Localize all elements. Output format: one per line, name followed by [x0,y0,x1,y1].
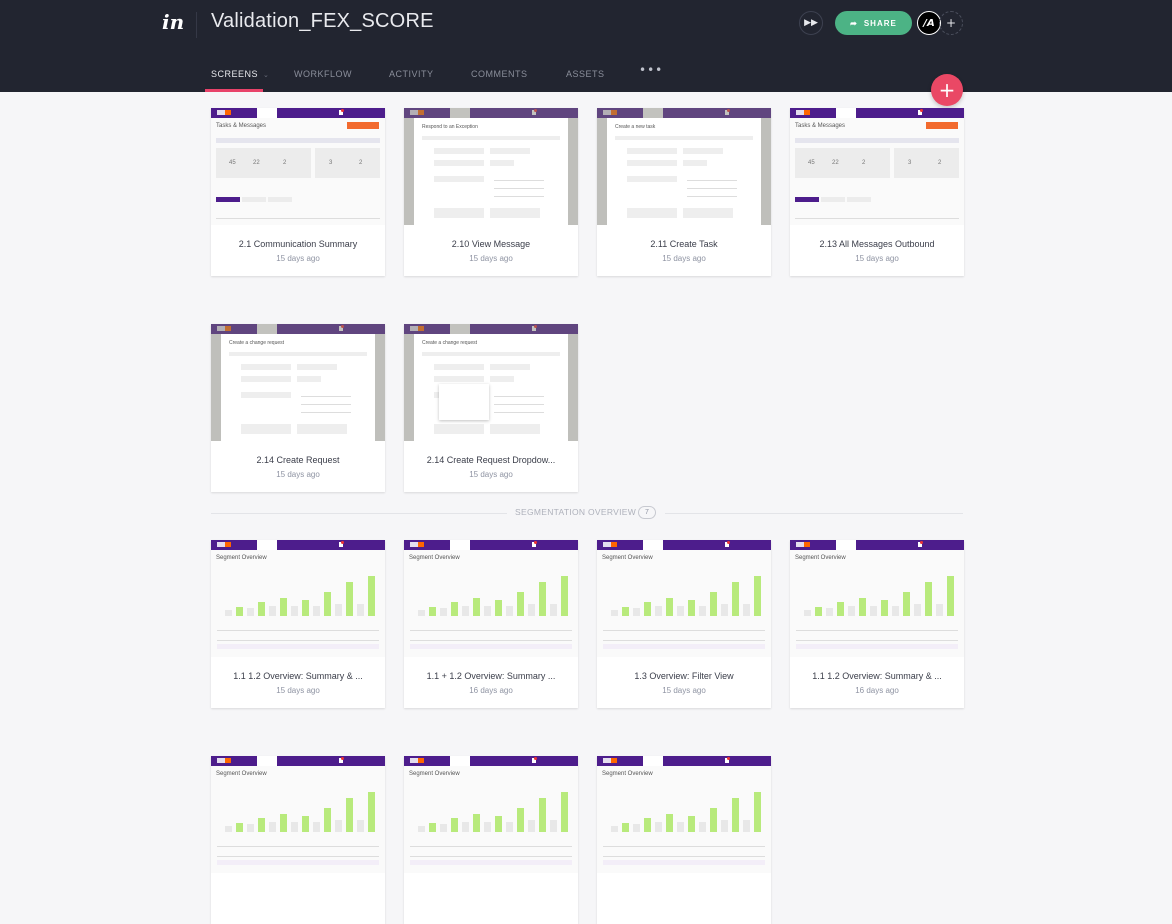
section-label[interactable]: SEGMENTATION OVERVIEW [515,507,636,517]
share-arrow-icon: ➦ [850,18,858,28]
tab-comments[interactable]: COMMENTS [471,69,528,79]
thumb-app-bar [790,108,964,118]
screen-date: 15 days ago [276,686,320,695]
thumb-modal: Respond to an Exception [414,118,568,225]
thumb-heading: Segment Overview [795,555,846,561]
screen-card[interactable]: Tasks & Messages 45 22 2 3 2 2.1 Communication… [211,108,385,276]
screen-thumbnail[interactable]: Tasks & Messages 45 22 2 3 2 [790,108,964,225]
thumb-heading: Segment Overview [216,555,267,561]
screen-thumbnail[interactable]: Create a new task [597,108,771,225]
invision-logo[interactable]: in [162,10,184,34]
screen-card[interactable]: Respond to an Exception 2.10 View Message… [404,108,578,276]
screen-thumbnail[interactable]: Respond to an Exception [404,108,578,225]
thumb-heading: Segment Overview [409,771,460,777]
screen-thumbnail[interactable]: Tasks & Messages 45 22 2 3 2 [211,108,385,225]
section-divider-left [211,513,507,514]
screen-title[interactable]: 1.3 Overview: Filter View [597,671,771,681]
add-member-button[interactable]: + [939,11,963,35]
screen-date: 16 days ago [469,686,513,695]
screen-card[interactable]: Segment Overview [404,756,578,924]
project-title[interactable]: Validation_FEX_SCORE [211,10,434,33]
tab-screens-label: SCREENS [211,69,259,79]
tab-activity[interactable]: ACTIVITY [389,69,434,79]
screen-card[interactable]: Segment Overview 1.1 + 1.2 Overview: Summ… [404,540,578,708]
thumb-app-bar [404,108,578,118]
screen-thumbnail[interactable]: Segment Overview [404,756,578,873]
screen-card[interactable]: Create a change request 2.14 Create Reque… [211,324,385,492]
tab-assets[interactable]: ASSETS [566,69,605,79]
screen-thumbnail[interactable]: Create a change request [404,324,578,441]
screen-date: 15 days ago [662,686,706,695]
screen-title[interactable]: 1.1 1.2 Overview: Summary & ... [211,671,385,681]
thumb-heading: Tasks & Messages [216,123,267,129]
thumb-app-bar [211,540,385,550]
thumb-app-bar [597,108,771,118]
chevron-down-icon: ⌄ [263,72,270,79]
screen-thumbnail[interactable]: Segment Overview [790,540,964,657]
thumb-modal: Create a change request [221,334,375,441]
screen-card[interactable]: Create a new task 2.11 Create Task 15 days… [597,108,771,276]
plus-icon: + [938,78,956,102]
screen-card[interactable]: Segment Overview [597,756,771,924]
tab-workflow[interactable]: WORKFLOW [294,69,352,79]
section-divider-right [665,513,963,514]
screen-title[interactable]: 2.10 View Message [404,239,578,249]
screen-card[interactable]: Segment Overview 1.1 1.2 Overview: Summar… [790,540,964,708]
thumb-heading: Segment Overview [216,771,267,777]
screen-card[interactable]: Segment Overview [211,756,385,924]
thumb-heading: Segment Overview [602,555,653,561]
screen-card[interactable]: Segment Overview 1.1 1.2 Overview: Summar… [211,540,385,708]
more-menu-button[interactable]: ••• [639,63,663,77]
share-label: SHARE [863,18,897,28]
screen-date: 15 days ago [276,254,320,263]
add-screen-button[interactable]: + [931,74,963,106]
screen-title[interactable]: 1.1 1.2 Overview: Summary & ... [790,671,964,681]
screen-date: 15 days ago [855,254,899,263]
share-button[interactable]: ➦ SHARE [835,11,912,35]
screen-title[interactable]: 2.14 Create Request [211,455,385,465]
screen-date: 15 days ago [662,254,706,263]
screen-date: 15 days ago [276,470,320,479]
active-tab-indicator [205,89,263,92]
fast-forward-icon: ▶▶ [804,18,818,28]
thumb-modal: Create a new task [607,118,761,225]
screen-card[interactable]: Create a change request 2.14 Create Reque… [404,324,578,492]
preview-button[interactable]: ▶▶ [799,11,823,35]
screen-thumbnail[interactable]: Create a change request [211,324,385,441]
thumb-app-bar [404,756,578,766]
top-header: in Validation_FEX_SCORE ▶▶ ➦ SHARE /A + … [0,0,1172,92]
screen-title[interactable]: 2.11 Create Task [597,239,771,249]
thumb-heading: Segment Overview [602,771,653,777]
thumb-app-bar [211,756,385,766]
tab-screens[interactable]: SCREENS ⌄ [211,69,269,79]
screen-title[interactable]: 1.1 + 1.2 Overview: Summary ... [404,671,578,681]
screen-date: 15 days ago [469,254,513,263]
plus-icon: + [945,16,957,30]
screen-thumbnail[interactable]: Segment Overview [404,540,578,657]
screen-thumbnail[interactable]: Segment Overview [211,756,385,873]
screen-date: 16 days ago [855,686,899,695]
header-divider [196,12,197,38]
thumb-modal: Create a change request [414,334,568,441]
thumb-heading: Segment Overview [409,555,460,561]
thumb-app-bar [597,540,771,550]
thumb-heading: Tasks & Messages [795,123,846,129]
thumb-app-bar [211,108,385,118]
thumb-app-bar [597,756,771,766]
avatar[interactable]: /A [917,11,941,35]
screen-title[interactable]: 2.13 All Messages Outbound [790,239,964,249]
screen-card[interactable]: Segment Overview 1.3 Overview: Filter Vie… [597,540,771,708]
screen-card[interactable]: Tasks & Messages 45 22 2 3 2 2.13 All Messages… [790,108,964,276]
screen-thumbnail[interactable]: Segment Overview [597,540,771,657]
thumb-app-bar [790,540,964,550]
thumb-app-bar [211,324,385,334]
screen-title[interactable]: 2.1 Communication Summary [211,239,385,249]
thumb-app-bar [404,540,578,550]
screen-title[interactable]: 2.14 Create Request Dropdow... [404,455,578,465]
screen-thumbnail[interactable]: Segment Overview [597,756,771,873]
thumb-app-bar [404,324,578,334]
section-count-badge: 7 [638,506,656,519]
screen-thumbnail[interactable]: Segment Overview [211,540,385,657]
screen-date: 15 days ago [469,470,513,479]
